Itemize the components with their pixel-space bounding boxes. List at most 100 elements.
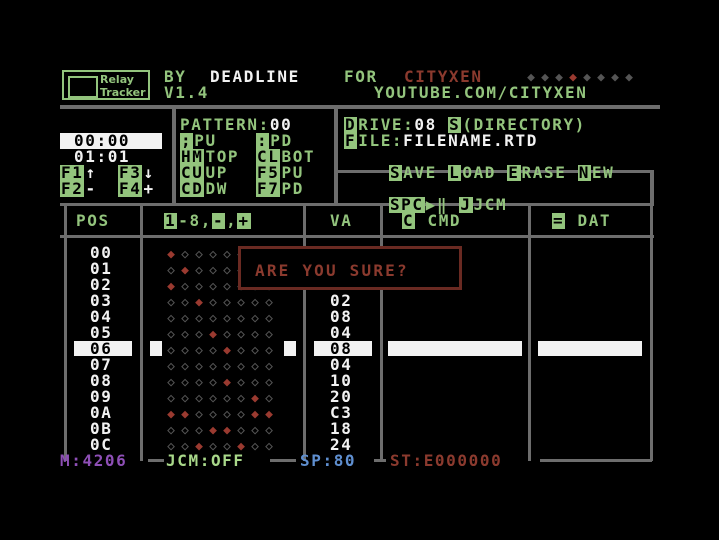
relay-on-icon[interactable]: ◆ xyxy=(248,391,262,406)
relay-off-icon[interactable]: ◇ xyxy=(178,343,192,358)
confirm-dialog[interactable]: ARE YOU SURE? xyxy=(238,246,462,290)
relay-off-icon[interactable]: ◇ xyxy=(220,391,234,406)
relay-off-icon[interactable]: ◇ xyxy=(234,359,248,374)
row-relays[interactable]: ◇ ◇ ◆ ◇ ◇ ◇ ◇ ◇ xyxy=(164,294,276,310)
relay-off-icon[interactable]: ◇ xyxy=(178,279,192,294)
relay-off-icon[interactable]: ◇ xyxy=(192,311,206,326)
relay-off-icon[interactable]: ◇ xyxy=(192,279,206,294)
relay-off-icon[interactable]: ◇ xyxy=(192,423,206,438)
cmd-f7-pd[interactable]: F7 PD xyxy=(256,181,304,197)
relay-off-icon[interactable]: ◇ xyxy=(220,279,234,294)
row-relays[interactable]: ◇ ◇ ◇ ◆ ◇ ◇ ◇ ◇ xyxy=(164,326,276,342)
relay-off-icon[interactable]: ◇ xyxy=(248,295,262,310)
erase-button[interactable]: E RASE xyxy=(507,163,566,182)
relay-off-icon[interactable]: ◇ xyxy=(262,423,276,438)
relay-off-icon[interactable]: ◇ xyxy=(248,327,262,342)
relay-on-icon[interactable]: ◆ xyxy=(178,263,192,278)
relay-off-icon[interactable]: ◇ xyxy=(248,311,262,326)
fkey-f2[interactable]: F2- xyxy=(60,181,97,197)
relay-off-icon[interactable]: ◇ xyxy=(178,327,192,342)
relay-off-icon[interactable]: ◇ xyxy=(178,247,192,262)
relay-off-icon[interactable]: ◇ xyxy=(262,327,276,342)
relay-off-icon[interactable]: ◇ xyxy=(234,375,248,390)
relay-off-icon[interactable]: ◇ xyxy=(164,263,178,278)
relay-off-icon[interactable]: ◇ xyxy=(206,279,220,294)
cmd-dw[interactable]: CD DW xyxy=(180,181,228,197)
relay-off-icon[interactable]: ◇ xyxy=(234,327,248,342)
relay-on-icon[interactable]: ◆ xyxy=(262,407,276,422)
relay-off-icon[interactable]: ◇ xyxy=(192,407,206,422)
relay-off-icon[interactable]: ◇ xyxy=(164,375,178,390)
relay-off-icon[interactable]: ◇ xyxy=(220,359,234,374)
relay-off-icon[interactable]: ◇ xyxy=(164,343,178,358)
relay-off-icon[interactable]: ◇ xyxy=(164,295,178,310)
relay-off-icon[interactable]: ◇ xyxy=(234,407,248,422)
save-button[interactable]: S AVE xyxy=(388,163,437,182)
relay-off-icon[interactable]: ◇ xyxy=(248,375,262,390)
relay-off-icon[interactable]: ◇ xyxy=(234,311,248,326)
relay-on-icon[interactable]: ◆ xyxy=(206,423,220,438)
row-relays[interactable]: ◇ ◇ ◇ ◇ ◆ ◇ ◇ ◇ xyxy=(164,342,276,358)
relay-off-icon[interactable]: ◇ xyxy=(192,375,206,390)
row-relays[interactable]: ◇ ◇ ◇ ◇ ◇ ◇ ◇ ◇ xyxy=(164,358,276,374)
relay-off-icon[interactable]: ◇ xyxy=(248,359,262,374)
relay-off-icon[interactable]: ◇ xyxy=(206,311,220,326)
relay-off-icon[interactable]: ◇ xyxy=(192,391,206,406)
relay-off-icon[interactable]: ◇ xyxy=(206,391,220,406)
relay-on-icon[interactable]: ◆ xyxy=(220,343,234,358)
relay-on-icon[interactable]: ◆ xyxy=(220,423,234,438)
relay-on-icon[interactable]: ◆ xyxy=(178,407,192,422)
load-button[interactable]: L OAD xyxy=(448,163,496,182)
relay-off-icon[interactable]: ◇ xyxy=(206,263,220,278)
relay-off-icon[interactable]: ◇ xyxy=(220,327,234,342)
relay-off-icon[interactable]: ◇ xyxy=(248,439,262,454)
relay-off-icon[interactable]: ◇ xyxy=(206,247,220,262)
relay-off-icon[interactable]: ◇ xyxy=(192,359,206,374)
selected-cmd-field[interactable] xyxy=(388,341,522,356)
relay-off-icon[interactable]: ◇ xyxy=(220,247,234,262)
relay-off-icon[interactable]: ◇ xyxy=(262,359,276,374)
row-relays[interactable]: ◇ ◇ ◇ ◇ ◇ ◇ ◇ ◇ xyxy=(164,310,276,326)
relay-on-icon[interactable]: ◆ xyxy=(192,295,206,310)
relay-off-icon[interactable]: ◇ xyxy=(206,375,220,390)
relay-off-icon[interactable]: ◇ xyxy=(262,375,276,390)
relay-off-icon[interactable]: ◇ xyxy=(206,295,220,310)
row-relays[interactable]: ◇ ◇ ◇ ◆ ◆ ◇ ◇ ◇ xyxy=(164,422,276,438)
relay-off-icon[interactable]: ◇ xyxy=(262,391,276,406)
relay-off-icon[interactable]: ◇ xyxy=(178,295,192,310)
fkey-f4[interactable]: F4 + xyxy=(118,181,155,197)
relay-off-icon[interactable]: ◇ xyxy=(220,295,234,310)
relay-off-icon[interactable]: ◇ xyxy=(192,247,206,262)
relay-off-icon[interactable]: ◇ xyxy=(164,359,178,374)
new-button[interactable]: N EW xyxy=(577,163,615,182)
relay-off-icon[interactable]: ◇ xyxy=(262,343,276,358)
relay-off-icon[interactable]: ◇ xyxy=(206,359,220,374)
relay-on-icon[interactable]: ◆ xyxy=(164,407,178,422)
row-relays[interactable]: ◇ ◇ ◇ ◇ ◇ ◇ ◆ ◇ xyxy=(164,390,276,406)
relay-on-icon[interactable]: ◆ xyxy=(164,279,178,294)
relay-off-icon[interactable]: ◇ xyxy=(178,375,192,390)
selected-dat-field[interactable] xyxy=(538,341,642,356)
relay-on-icon[interactable]: ◆ xyxy=(206,327,220,342)
relay-off-icon[interactable]: ◇ xyxy=(206,343,220,358)
relay-on-icon[interactable]: ◆ xyxy=(248,407,262,422)
channel-url[interactable]: YOUTUBE.COM/CITYXEN xyxy=(374,85,587,101)
file-field[interactable]: F ILE:FILENAME.RTD xyxy=(344,133,538,149)
relay-off-icon[interactable]: ◇ xyxy=(262,295,276,310)
relay-off-icon[interactable]: ◇ xyxy=(262,439,276,454)
relay-off-icon[interactable]: ◇ xyxy=(220,263,234,278)
relay-on-icon[interactable]: ◆ xyxy=(164,247,178,262)
relay-off-icon[interactable]: ◇ xyxy=(234,343,248,358)
relay-off-icon[interactable]: ◇ xyxy=(178,311,192,326)
relay-off-icon[interactable]: ◇ xyxy=(220,407,234,422)
row-relays[interactable]: ◆ ◆ ◇ ◇ ◇ ◇ ◆ ◆ xyxy=(164,406,276,422)
relay-off-icon[interactable]: ◇ xyxy=(164,391,178,406)
relay-on-icon[interactable]: ◆ xyxy=(220,375,234,390)
relay-off-icon[interactable]: ◇ xyxy=(178,423,192,438)
relay-off-icon[interactable]: ◇ xyxy=(164,327,178,342)
jcm-toggle[interactable]: J JCM xyxy=(459,195,507,214)
row-relays[interactable]: ◇ ◇ ◇ ◇ ◆ ◇ ◇ ◇ xyxy=(164,374,276,390)
relay-off-icon[interactable]: ◇ xyxy=(234,295,248,310)
relay-off-icon[interactable]: ◇ xyxy=(234,391,248,406)
relay-off-icon[interactable]: ◇ xyxy=(234,423,248,438)
